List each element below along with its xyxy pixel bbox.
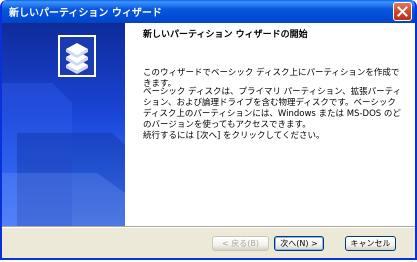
- window-title: 新しいパーティション ウィザード: [9, 8, 162, 19]
- wizard-heading: 新しいパーティション ウィザードの開始: [143, 30, 308, 40]
- close-button[interactable]: [393, 2, 412, 21]
- next-button[interactable]: 次へ(N) >: [274, 236, 324, 251]
- close-icon: [397, 6, 408, 17]
- wizard-content: 新しいパーティション ウィザードの開始 このウィザードでベーシック ディスク上に…: [143, 23, 408, 226]
- wizard-window: 新しいパーティション ウィザード 新しいパーティション ウィザードの開始 このウ…: [0, 0, 417, 260]
- description-text: ベーシック ディスクは、プライマリ パーティション、拡張パーティション、および論…: [143, 87, 402, 130]
- disk-stack-icon: [58, 35, 96, 77]
- banner-graphic: [2, 35, 125, 226]
- cancel-button[interactable]: キャンセル: [345, 236, 396, 251]
- continue-text: 続行するには [次へ] をクリックしてください。: [143, 131, 325, 141]
- title-bar[interactable]: 新しいパーティション ウィザード: [2, 0, 415, 23]
- back-button[interactable]: < 戻る(B): [212, 236, 269, 251]
- wizard-banner: [2, 23, 125, 226]
- footer-divider: [2, 226, 415, 228]
- wizard-body: 新しいパーティション ウィザードの開始 このウィザードでベーシック ディスク上に…: [2, 23, 415, 226]
